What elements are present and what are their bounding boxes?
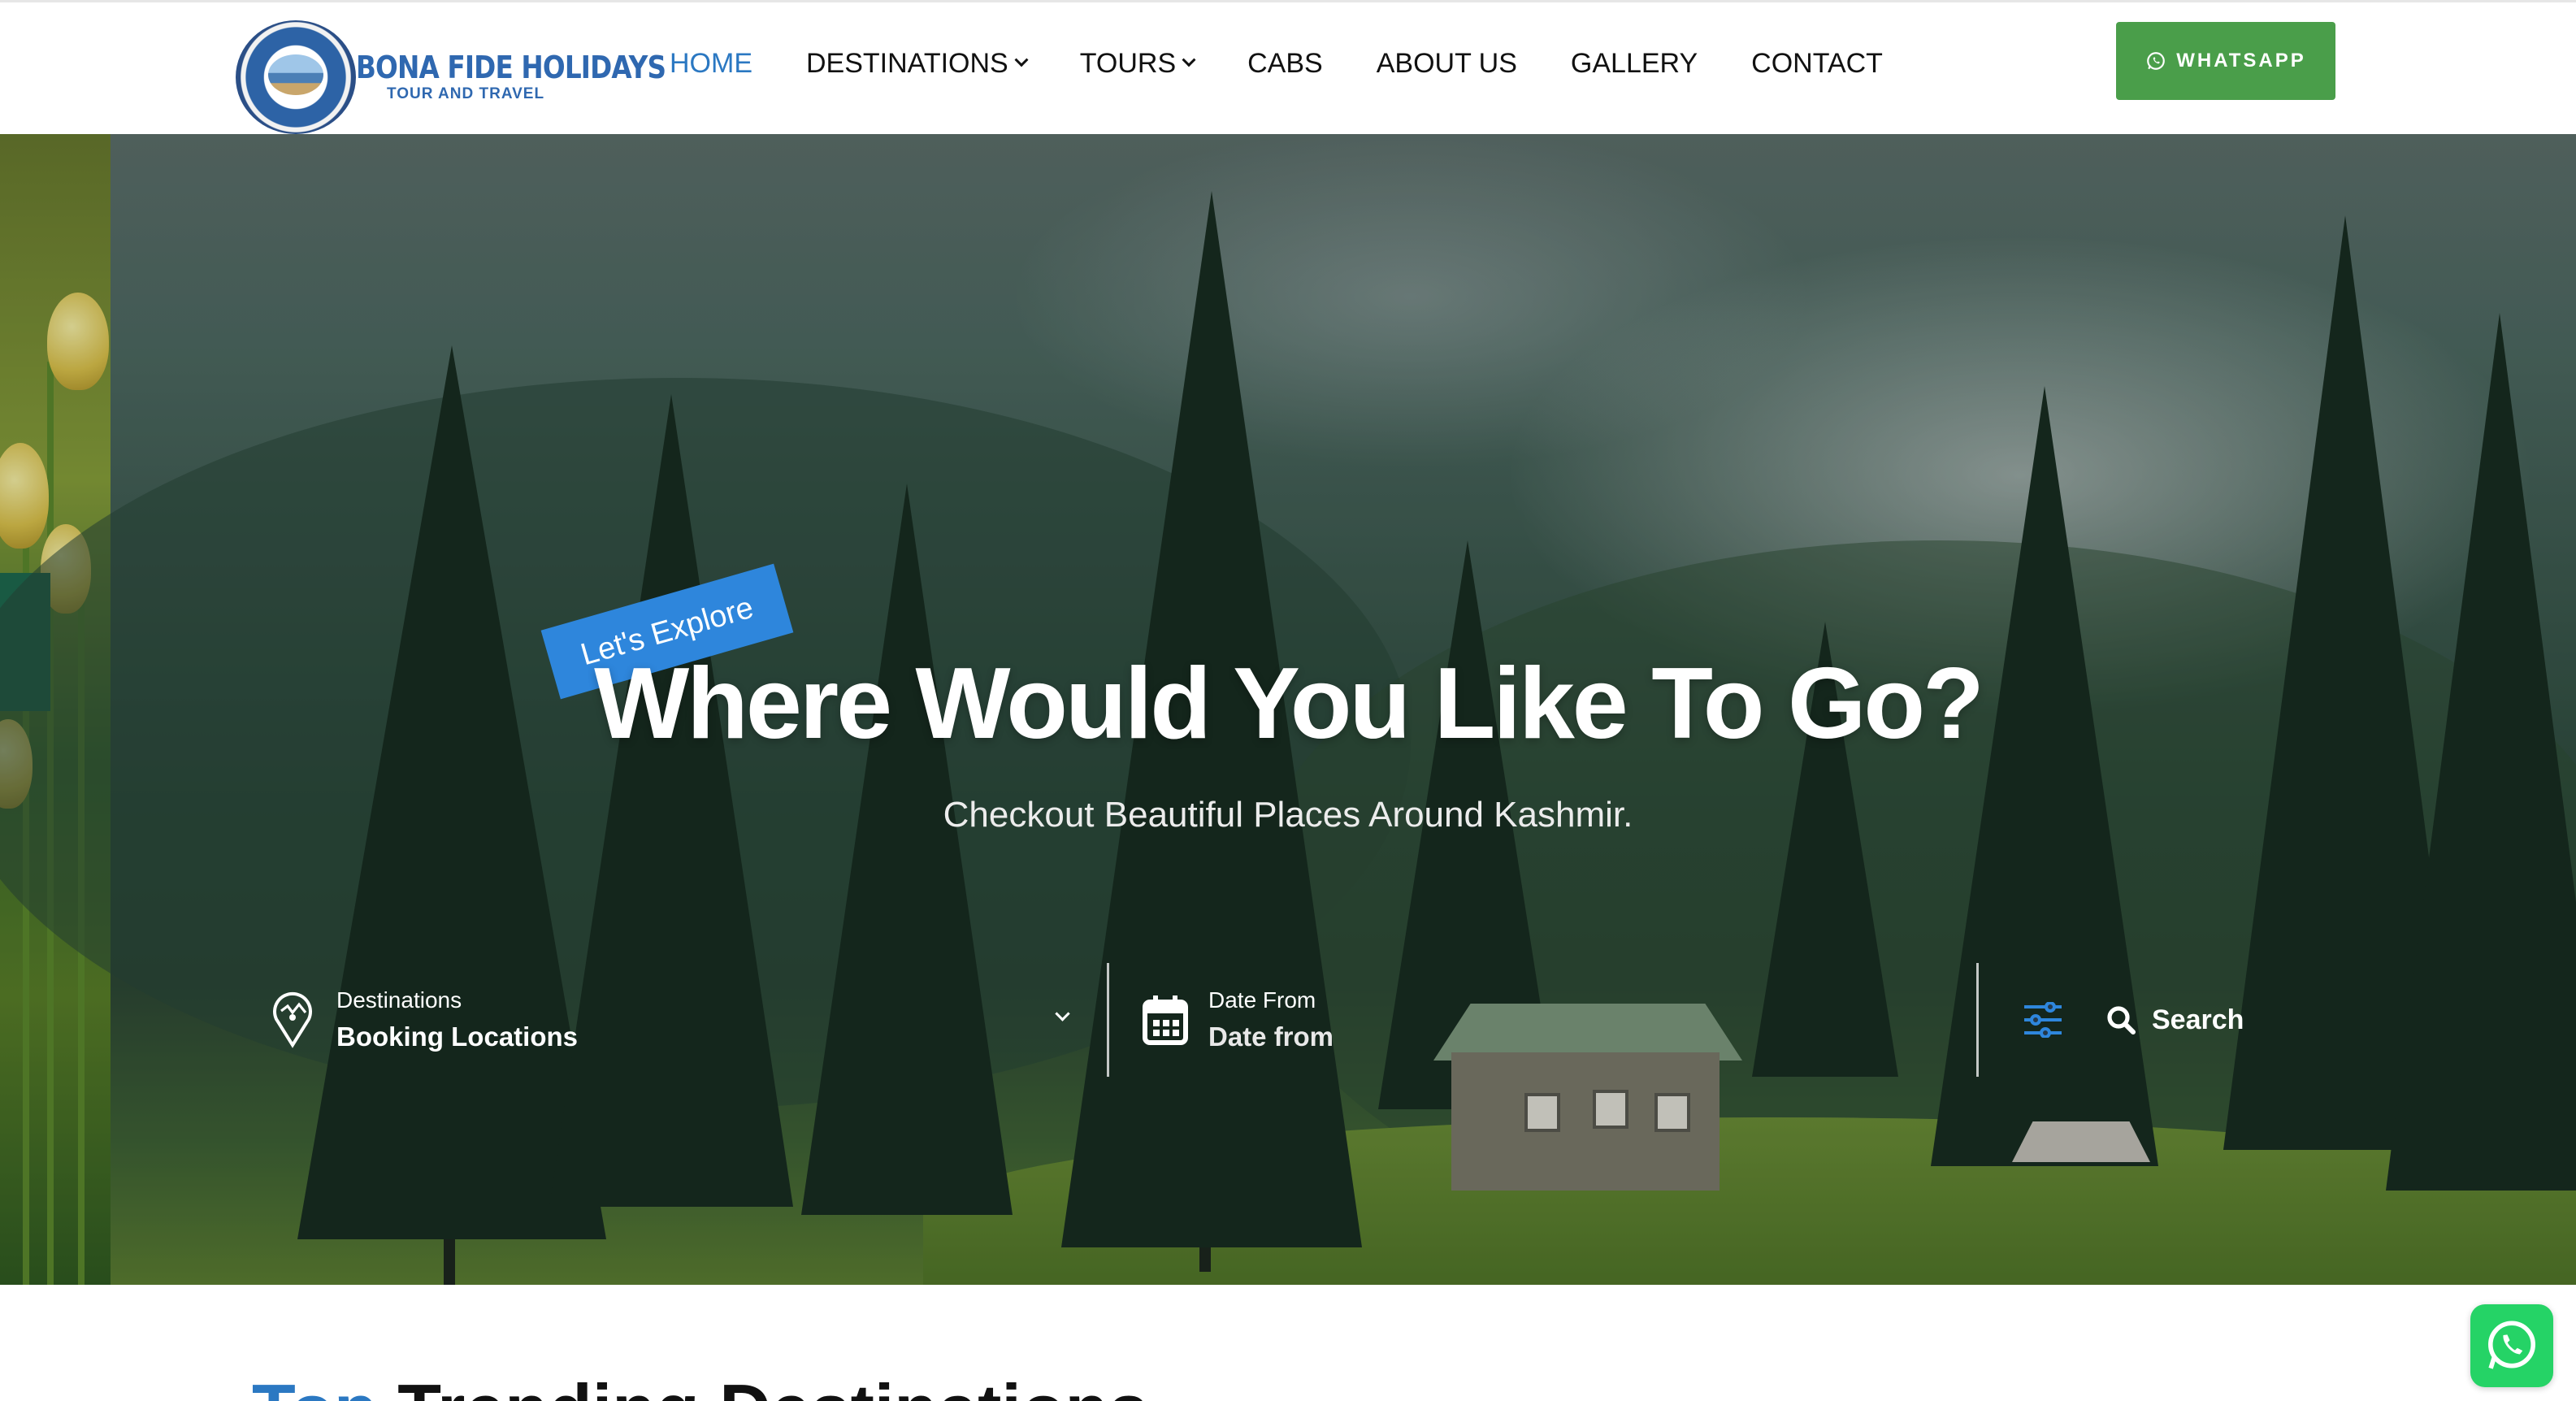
nav-item-destinations[interactable]: DESTINATIONS <box>806 47 1029 80</box>
whatsapp-button[interactable]: WHATSAPP <box>2116 22 2335 100</box>
nav-item-cabs[interactable]: CABS <box>1247 48 1323 80</box>
nav-label: CONTACT <box>1751 47 1883 79</box>
section-heading-highlight: Top <box>252 1369 378 1401</box>
nav-label: DESTINATIONS <box>806 47 1008 79</box>
search-button[interactable]: Search <box>2106 963 2283 1077</box>
section-heading-rest: Trending Destinations <box>397 1369 1148 1401</box>
brand-logo[interactable]: BONA FIDE HOLIDAYS TOUR AND TRAVEL <box>236 20 666 134</box>
date-from-label: Date From <box>1208 987 1316 1013</box>
date-from-field[interactable]: Date From Date from <box>1107 963 1976 1077</box>
main-nav: HOME DESTINATIONS TOURS CABS ABOUT US GA… <box>670 43 1936 84</box>
hero-subtitle: Checkout Beautiful Places Around Kashmir… <box>943 795 1633 835</box>
logo-badge-icon <box>236 20 356 134</box>
map-pin-icon <box>273 991 312 1048</box>
whatsapp-button-label: WHATSAPP <box>2176 50 2306 72</box>
destination-value: Booking Locations <box>336 1021 578 1052</box>
nav-label: ABOUT US <box>1376 47 1517 79</box>
nav-item-about-us[interactable]: ABOUT US <box>1377 48 1517 80</box>
whatsapp-icon <box>2147 52 2166 70</box>
nav-item-home[interactable]: HOME <box>670 48 752 80</box>
nav-label: GALLERY <box>1570 47 1698 79</box>
calendar-icon <box>1143 995 1188 1045</box>
site-header: BONA FIDE HOLIDAYS TOUR AND TRAVEL HOME … <box>0 2 2576 134</box>
chevron-down-icon <box>1182 53 1196 67</box>
destination-label: Destinations <box>336 987 462 1013</box>
nav-label: HOME <box>670 47 752 79</box>
whatsapp-icon <box>2488 1321 2535 1369</box>
brand-tagline: TOUR AND TRAVEL <box>387 85 545 102</box>
nav-item-tours[interactable]: TOURS <box>1079 47 1196 80</box>
nav-label: TOURS <box>1079 47 1177 79</box>
hero-title: Where Would You Like To Go? <box>594 648 1984 760</box>
whatsapp-floating-button[interactable] <box>2470 1304 2553 1387</box>
date-from-value: Date from <box>1208 1021 1334 1052</box>
destination-select[interactable]: Destinations Booking Locations <box>268 963 1107 1077</box>
chevron-down-icon <box>1055 1006 1070 1021</box>
nav-label: CABS <box>1247 47 1323 79</box>
chevron-down-icon <box>1014 53 1029 67</box>
sliders-icon <box>2023 1002 2062 1038</box>
hero-section: Let's Explore Where Would You Like To Go… <box>0 134 2576 1285</box>
booking-search-bar: Destinations Booking Locations Date From… <box>268 963 2283 1077</box>
search-icon <box>2107 1006 2136 1034</box>
search-button-label: Search <box>2152 1004 2244 1035</box>
nav-item-contact[interactable]: CONTACT <box>1751 48 1883 80</box>
filter-button[interactable] <box>1976 963 2106 1077</box>
section-heading: Top Trending Destinations <box>252 1368 1148 1401</box>
nav-item-gallery[interactable]: GALLERY <box>1571 48 1698 80</box>
brand-name: BONA FIDE HOLIDAYS <box>356 50 666 85</box>
